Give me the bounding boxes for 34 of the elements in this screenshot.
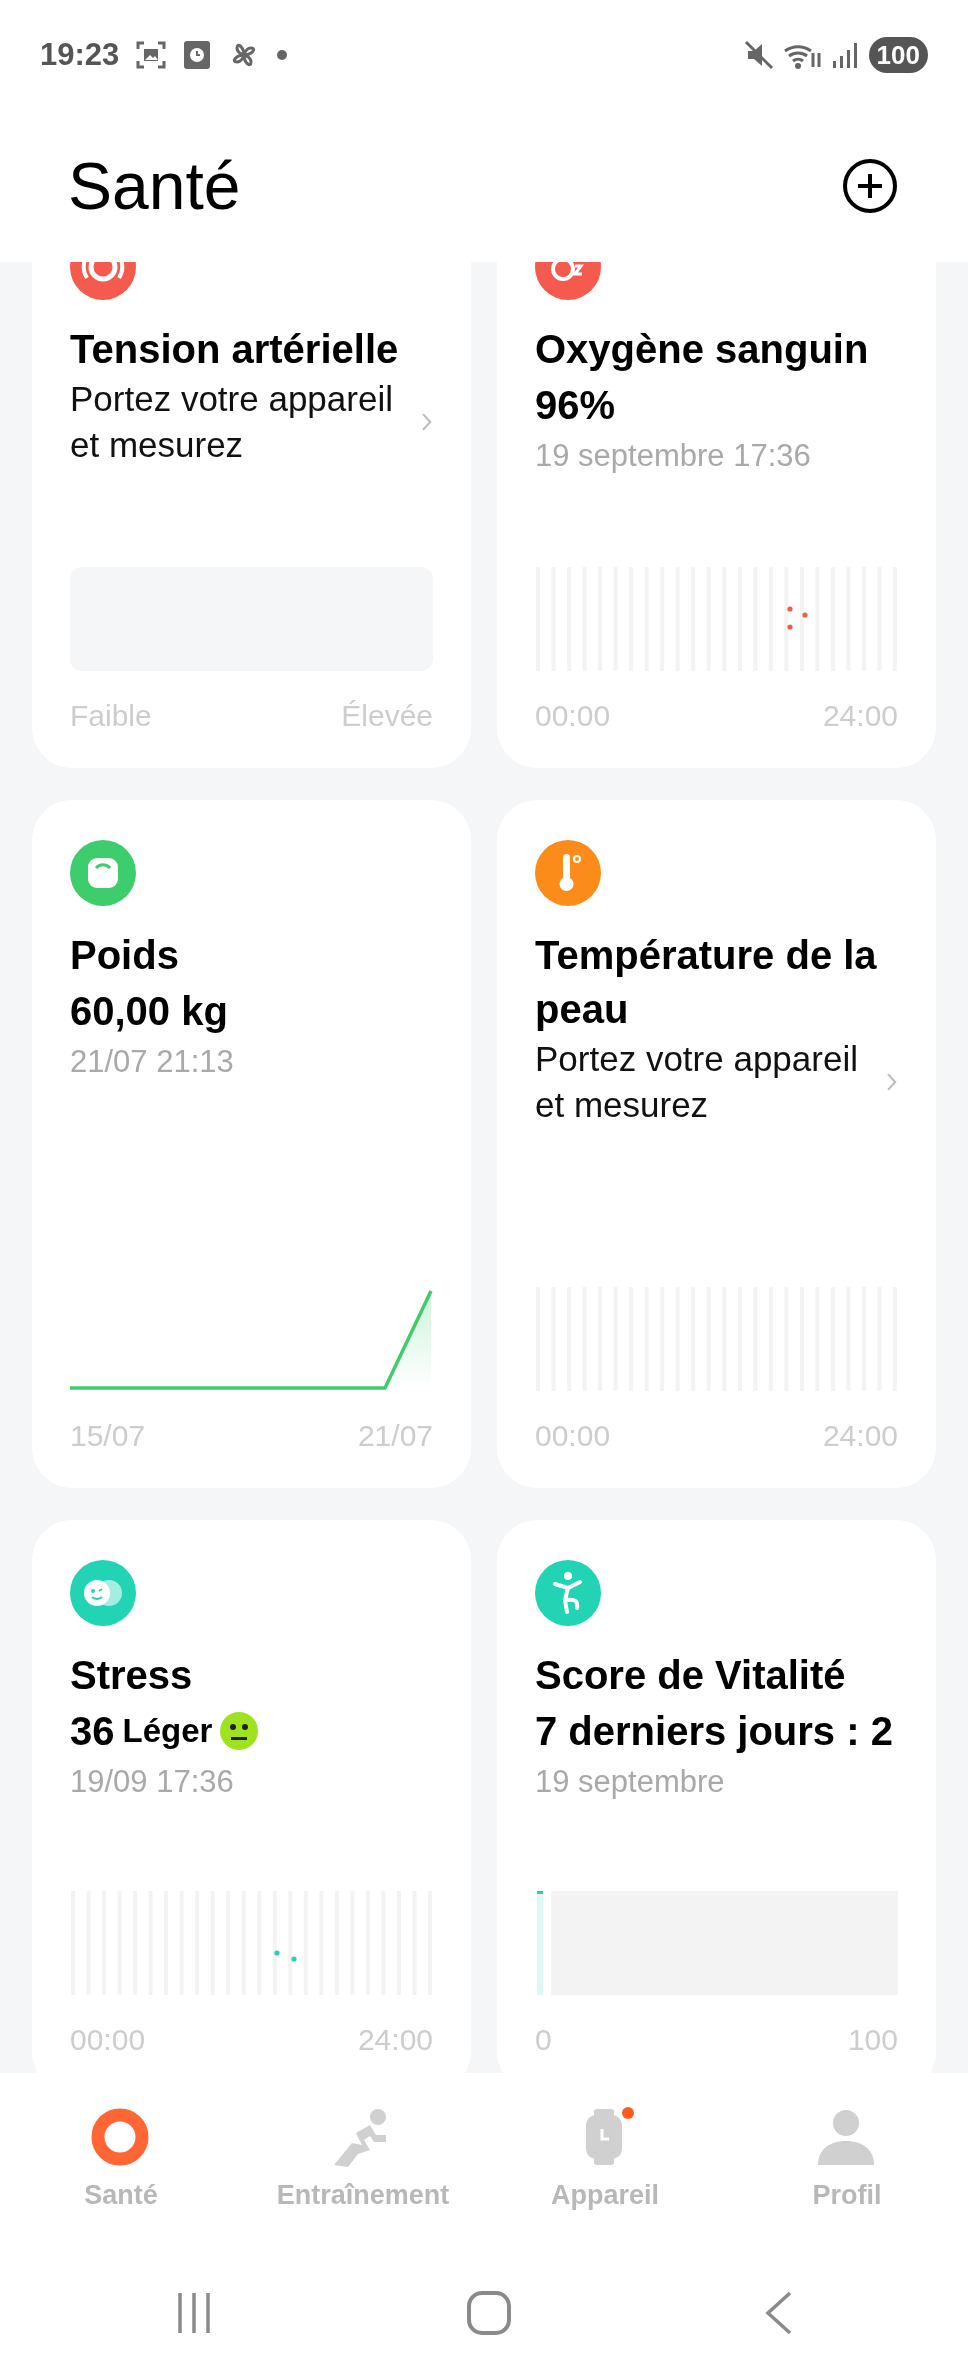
data-point — [274, 1950, 280, 1956]
data-point — [787, 606, 793, 612]
notification-dot-icon — [277, 50, 288, 60]
card-title: Score de Vitalité — [535, 1652, 847, 1699]
add-icon — [842, 158, 898, 214]
metric-value: 7 derniers jours : 2 — [535, 1708, 894, 1755]
back-icon[interactable] — [764, 2290, 794, 2336]
card-title: Température de la peau — [535, 932, 878, 1033]
home-icon[interactable] — [466, 2290, 512, 2336]
measurement-date: 19 septembre — [535, 1763, 726, 1801]
data-point — [787, 624, 793, 630]
measurement-date: 19/09 17:36 — [70, 1763, 235, 1801]
metric-value: 36 — [70, 1708, 115, 1755]
stress-level: Léger — [122, 1711, 213, 1752]
data-point — [802, 612, 808, 618]
battery-level: 100 — [868, 37, 928, 73]
screenshot-icon — [135, 39, 168, 71]
measure-prompt: Portez votre appareil et mesurez — [70, 378, 394, 466]
data-point — [291, 1956, 297, 1962]
measure-prompt: Portez votre appareil et mesurez — [535, 1038, 859, 1126]
add-button[interactable] — [842, 158, 898, 214]
clock-app-icon — [183, 40, 212, 70]
card-title: Tension artérielle — [70, 326, 400, 373]
neutral-face-icon — [220, 1712, 259, 1750]
card-title: Stress — [70, 1652, 194, 1699]
mute-icon — [742, 39, 775, 71]
measurement-date: 21/07 21:13 — [70, 1043, 235, 1081]
page-title: Santé — [68, 147, 241, 225]
card-title: Oxygène sanguin — [535, 326, 870, 373]
metric-value: 60,00 kg — [70, 988, 229, 1035]
card-title: Poids — [70, 932, 180, 979]
measurement-date: 19 septembre 17:36 — [535, 437, 812, 475]
status-time: 19:23 — [40, 35, 120, 74]
metric-value: 96% — [535, 382, 617, 429]
